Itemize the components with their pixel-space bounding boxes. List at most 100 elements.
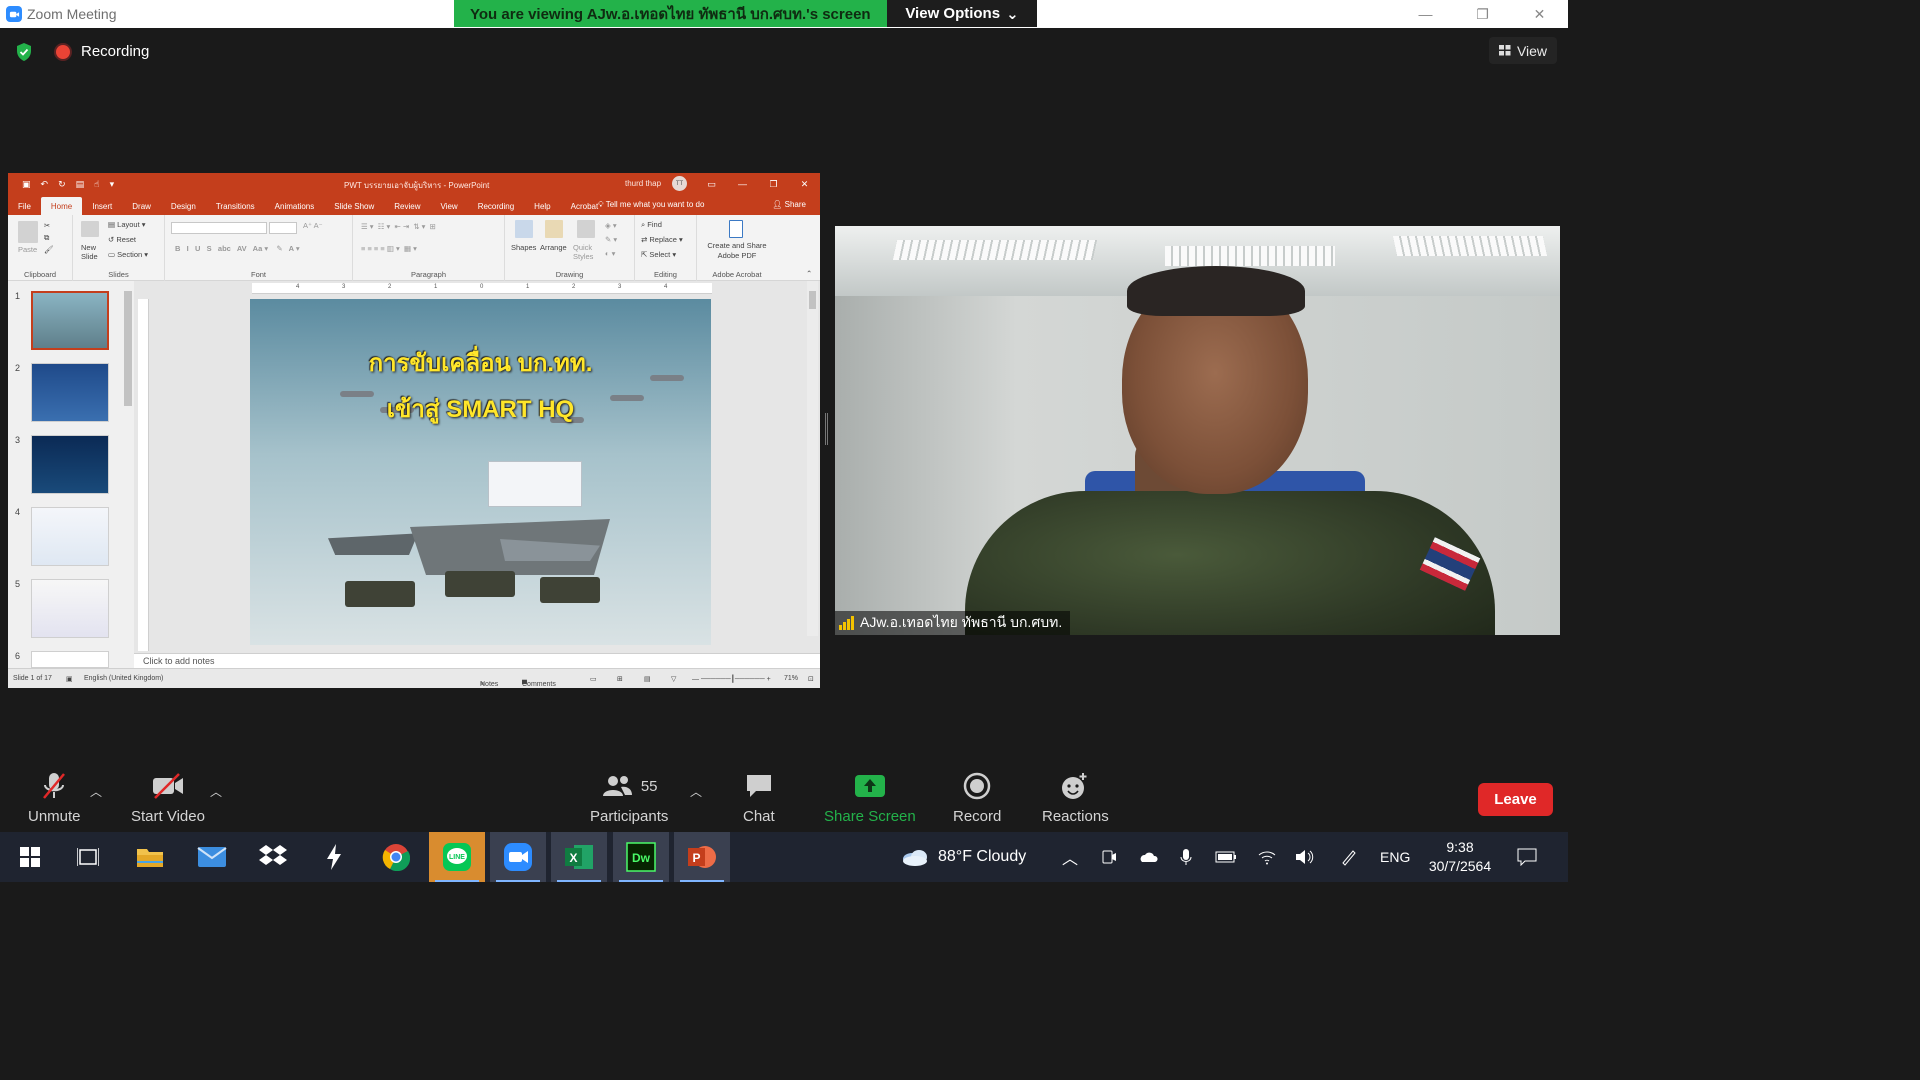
arrange-icon[interactable]: [545, 220, 563, 238]
fit-slide-icon[interactable]: ⊡: [808, 675, 814, 683]
slide-thumbnail-3[interactable]: [31, 435, 109, 494]
tab-review[interactable]: Review: [384, 197, 430, 215]
volume-icon[interactable]: [1295, 832, 1315, 882]
show-hidden-icons[interactable]: ︿: [1062, 832, 1078, 882]
excel-icon[interactable]: X: [551, 832, 607, 882]
slide-thumbnail-5[interactable]: [31, 579, 109, 638]
record-button[interactable]: Record: [953, 768, 1001, 825]
slide-sorter-icon[interactable]: ⊞: [617, 675, 623, 683]
customize-qat-icon[interactable]: ▾: [110, 179, 115, 190]
select-button[interactable]: ⇱ Select ▾: [641, 250, 676, 259]
task-view-icon[interactable]: [60, 832, 116, 882]
font-size-input[interactable]: [269, 222, 297, 234]
zoom-taskbar-icon[interactable]: [490, 832, 546, 882]
spellcheck-icon[interactable]: ▣: [66, 675, 73, 683]
participants-caret-icon[interactable]: ︿: [690, 783, 702, 800]
arrange-label[interactable]: Arrange: [540, 243, 567, 252]
ppt-minimize-icon[interactable]: —: [727, 173, 758, 195]
restore-icon[interactable]: ❐: [1454, 0, 1511, 28]
slide-show-icon[interactable]: ▽: [671, 675, 676, 683]
tab-recording[interactable]: Recording: [468, 197, 524, 215]
weather-widget[interactable]: 88°F Cloudy: [900, 832, 1026, 882]
notes-pane[interactable]: Click to add notes: [134, 653, 820, 668]
slide-thumbnail-1[interactable]: [31, 291, 109, 350]
ribbon-display-icon[interactable]: ▭: [696, 173, 727, 195]
new-slide-label[interactable]: New Slide: [81, 243, 103, 261]
input-language-indicator[interactable]: ENG: [1380, 832, 1410, 882]
tab-slide-show[interactable]: Slide Show: [324, 197, 384, 215]
paste-icon[interactable]: [18, 221, 38, 243]
font-name-input[interactable]: [171, 222, 267, 234]
audio-options-caret-icon[interactable]: ︿: [90, 783, 102, 800]
slide-thumbnail-2[interactable]: [31, 363, 109, 422]
font-format-icons[interactable]: B I U S abc AV Aa ▾ ✎ A ▾: [175, 244, 300, 253]
file-explorer-icon[interactable]: [122, 832, 178, 882]
tab-design[interactable]: Design: [161, 197, 206, 215]
shapes-icon[interactable]: [515, 220, 533, 238]
redo-icon[interactable]: ↻: [58, 179, 66, 190]
powerpoint-icon[interactable]: P: [674, 832, 730, 882]
zoom-level[interactable]: 71%: [784, 675, 798, 682]
scrollbar-thumb[interactable]: [809, 291, 816, 309]
new-slide-icon[interactable]: [81, 221, 99, 237]
tab-file[interactable]: File: [8, 197, 41, 215]
chat-button[interactable]: Chat: [743, 768, 775, 825]
share-screen-button[interactable]: Share Screen: [824, 768, 916, 825]
shape-fill-icon[interactable]: ◈ ▾: [605, 221, 617, 230]
undo-icon[interactable]: ↶: [41, 179, 49, 190]
shape-outline-icon[interactable]: ✎ ▾: [605, 235, 617, 244]
line-app-icon[interactable]: LINE: [429, 832, 485, 882]
start-video-button[interactable]: Start Video: [131, 768, 205, 825]
user-avatar[interactable]: TT: [672, 176, 687, 191]
shared-powerpoint-window[interactable]: ▣ ↶ ↻ ▤ ☝ ▾ PWT บรรยายเอาจับผู้บริหาร - …: [8, 173, 820, 688]
reading-view-icon[interactable]: ▤: [644, 675, 651, 683]
onedrive-icon[interactable]: [1138, 832, 1158, 882]
ppt-restore-icon[interactable]: ❐: [758, 173, 789, 195]
view-layout-button[interactable]: View: [1489, 37, 1557, 64]
quick-styles-label[interactable]: Quick Styles: [573, 243, 599, 261]
video-options-caret-icon[interactable]: ︿: [210, 783, 222, 800]
collapse-ribbon-icon[interactable]: ⌃: [806, 269, 812, 278]
align-icons[interactable]: ≡ ≡ ≡ ≡ ▥ ▾ ▦ ▾: [361, 244, 417, 253]
minimize-icon[interactable]: —: [1397, 0, 1454, 28]
slide-thumbnail-6[interactable]: [31, 651, 109, 668]
zoom-slider[interactable]: — ──────┃────── +: [692, 675, 771, 683]
dreamweaver-icon[interactable]: Dw: [613, 832, 669, 882]
ppt-close-icon[interactable]: ✕: [789, 173, 820, 195]
wifi-icon[interactable]: [1258, 832, 1276, 882]
adobe-pdf-icon[interactable]: [729, 220, 743, 238]
normal-view-icon[interactable]: ▭: [590, 675, 597, 683]
meet-now-icon[interactable]: [1101, 832, 1117, 882]
security-shield-icon[interactable]: [14, 42, 34, 62]
save-icon[interactable]: ▣: [22, 179, 31, 190]
tab-home[interactable]: Home: [40, 197, 83, 215]
tab-insert[interactable]: Insert: [82, 197, 122, 215]
tab-animations[interactable]: Animations: [265, 197, 325, 215]
cut-icon[interactable]: ✂: [44, 221, 50, 230]
lightning-app-icon[interactable]: [306, 832, 362, 882]
list-icons[interactable]: ☰ ▾ ☷ ▾ ⇤ ⇥ ⇅ ▾ ⊞: [361, 222, 436, 231]
slide-thumbnail-4[interactable]: [31, 507, 109, 566]
split-view-divider[interactable]: [825, 413, 828, 445]
layout-button[interactable]: ▤ Layout ▾: [108, 220, 146, 229]
mail-icon[interactable]: [184, 832, 240, 882]
copy-icon[interactable]: ⧉: [44, 233, 49, 243]
font-size-grow-icon[interactable]: A⁺ A⁻: [303, 221, 323, 230]
microphone-tray-icon[interactable]: [1180, 832, 1192, 882]
tab-transitions[interactable]: Transitions: [206, 197, 265, 215]
tell-me-search[interactable]: 💡︎ Tell me what you want to do: [598, 200, 704, 210]
chrome-icon[interactable]: [368, 832, 424, 882]
touch-mode-icon[interactable]: ☝: [94, 179, 99, 190]
replace-button[interactable]: ⇄ Replace ▾: [641, 235, 683, 244]
tab-help[interactable]: Help: [524, 197, 560, 215]
notification-center-icon[interactable]: [1517, 832, 1537, 882]
tab-view[interactable]: View: [431, 197, 468, 215]
battery-icon[interactable]: [1215, 832, 1237, 882]
leave-meeting-button[interactable]: Leave: [1478, 783, 1553, 816]
participant-video-tile[interactable]: AJw.อ.เทอดไทย ทัพธานี บก.ศบท.: [835, 226, 1560, 635]
dropbox-icon[interactable]: [245, 832, 301, 882]
ppt-share-button[interactable]: 👤︎ Share: [772, 200, 806, 209]
system-clock[interactable]: 9:38 30/7/2564: [1424, 838, 1496, 876]
slide-thumbnails-pane[interactable]: 1 2 3 4 5 6: [8, 281, 134, 668]
format-painter-icon[interactable]: 🖌︎: [44, 245, 54, 254]
